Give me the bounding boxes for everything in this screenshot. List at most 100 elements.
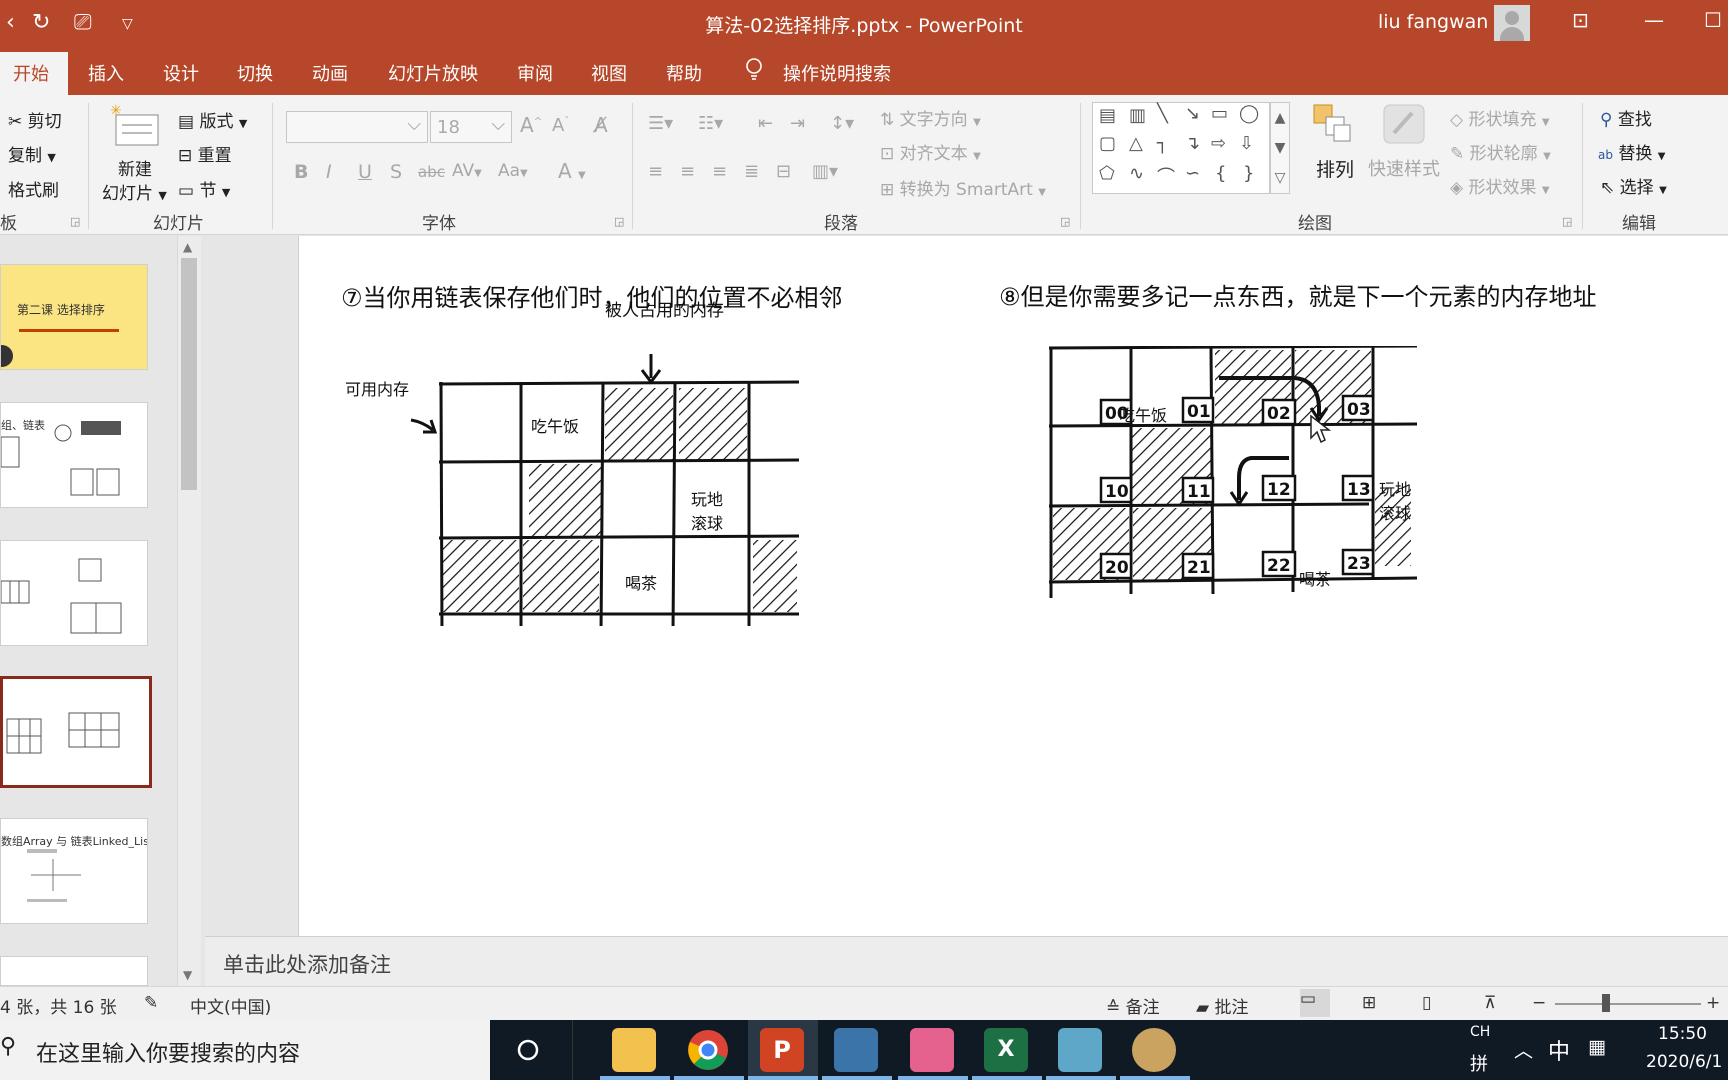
gallery-expand-icon[interactable]: ▽ (1271, 163, 1289, 193)
font-color-icon[interactable]: A ▼ (558, 159, 586, 183)
slide-canvas[interactable]: ⑦当你用链表保存他们时，他们的位置不必相邻 ⑧但是你需要多记一点东西，就是下一个… (298, 236, 1728, 936)
bold-icon[interactable]: B (294, 161, 308, 183)
line-spacing-icon[interactable]: ↕▾ (830, 113, 854, 134)
font-name-combo[interactable]: ⌵ (286, 111, 428, 143)
language-indicator[interactable]: 中文(中国) (190, 993, 271, 1018)
underline-icon[interactable]: U (358, 161, 372, 183)
tab-design[interactable]: 设计 (163, 60, 199, 86)
decrease-indent-icon[interactable]: ⇤ (758, 113, 773, 134)
bullets-icon[interactable]: ☰▾ (648, 113, 673, 134)
caption-right[interactable]: ⑧但是你需要多记一点东西，就是下一个元素的内存地址 (999, 277, 1597, 312)
zoom-slider[interactable] (1555, 1003, 1701, 1005)
tab-review[interactable]: 审阅 (517, 60, 553, 86)
scribble-icon[interactable]: ∿ (1129, 163, 1144, 184)
oval-icon[interactable]: ◯ (1239, 103, 1259, 124)
chevron-up-icon[interactable]: ▲ (1271, 103, 1289, 133)
slideshow-view-icon[interactable]: ⊼ (1484, 993, 1496, 1013)
notes-pane[interactable]: 单击此处添加备注 (205, 936, 1728, 986)
increase-indent-icon[interactable]: ⇥ (790, 113, 805, 134)
chrome-icon[interactable] (686, 1028, 730, 1072)
ime-pin-icon[interactable]: ▦ (1588, 1036, 1606, 1058)
slide-thumbnail-2[interactable]: 组、链表 (0, 402, 148, 508)
clock-date[interactable]: 2020/6/1 (1646, 1052, 1722, 1072)
slide-thumbnail-6[interactable] (0, 956, 148, 986)
columns-icon[interactable]: ▥▾ (812, 161, 838, 182)
tab-home[interactable]: 开始 (0, 52, 68, 95)
tab-insert[interactable]: 插入 (88, 60, 124, 86)
replace-button[interactable]: ab 替换 ▼ (1598, 139, 1666, 164)
clear-formatting-icon[interactable]: A̸ (594, 113, 608, 137)
thumbnail-scrollbar[interactable]: ▲ ▼ (177, 236, 201, 986)
reset-button[interactable]: ⊟ 重置 (178, 141, 232, 166)
tab-view[interactable]: 视图 (591, 60, 627, 86)
reading-view-icon[interactable]: ▯ (1422, 993, 1431, 1013)
arrow-line-icon[interactable]: ↘ (1185, 103, 1200, 124)
ime-layout[interactable]: 拼 (1470, 1050, 1488, 1076)
powerpoint-icon[interactable]: P (760, 1028, 804, 1072)
slide-sorter-icon[interactable]: ⊞ (1362, 993, 1376, 1013)
find-button[interactable]: ⚲ 查找 (1600, 105, 1652, 130)
right-arrow-icon[interactable]: ⇨ (1211, 133, 1226, 154)
vertical-text-box-icon[interactable]: ▥ (1129, 105, 1146, 126)
convert-smartart-button[interactable]: ⊞ 转换为 SmartArt ▼ (880, 175, 1046, 200)
dialog-launcher-icon[interactable]: ◲ (1060, 215, 1070, 228)
right-brace-icon[interactable]: } (1243, 163, 1254, 184)
notes-toggle-button[interactable]: ≙ 备注 (1106, 993, 1160, 1018)
bilibili-icon[interactable] (910, 1028, 954, 1072)
layout-button[interactable]: ▤ 版式 ▼ (178, 107, 247, 132)
copy-button[interactable]: 复制 ▼ (8, 141, 56, 166)
shrink-font-icon[interactable]: Aˇ (552, 115, 569, 136)
text-direction-button[interactable]: ⇅ 文字方向 ▼ (880, 105, 981, 130)
slide-thumbnail-3[interactable] (0, 540, 148, 646)
tab-transitions[interactable]: 切换 (237, 60, 273, 86)
slide-thumbnail-5[interactable]: 数组Array 与 链表Linked_List (0, 818, 148, 924)
tab-animations[interactable]: 动画 (312, 60, 348, 86)
zoom-out-icon[interactable]: − (1532, 993, 1546, 1013)
ime-mode[interactable]: 中 (1548, 1034, 1570, 1066)
align-left-icon[interactable]: ≡ (648, 161, 663, 182)
slide-thumbnail-4[interactable] (0, 676, 152, 788)
paint-icon[interactable] (1132, 1028, 1176, 1072)
text-box-icon[interactable]: ▤ (1099, 105, 1116, 126)
align-right-icon[interactable]: ≡ (712, 161, 727, 182)
italic-icon[interactable]: I (326, 161, 332, 183)
tab-slideshow[interactable]: 幻灯片放映 (388, 60, 478, 86)
zoom-slider-handle[interactable] (1602, 994, 1610, 1012)
gallery-scroll[interactable]: ▲ ▼ ▽ (1270, 102, 1290, 194)
chevron-down-icon[interactable]: ▼ (1271, 133, 1289, 163)
normal-view-icon[interactable]: ▭ (1300, 989, 1330, 1017)
scrollbar-thumb[interactable] (181, 258, 197, 490)
minimize-icon[interactable]: — (1644, 8, 1664, 32)
triangle-icon[interactable]: △ (1129, 133, 1143, 154)
taskbar-search[interactable]: ⚲ 在这里输入你要搜索的内容 (0, 1020, 490, 1080)
ime-language[interactable]: CH (1470, 1024, 1490, 1040)
freeform-icon[interactable]: ⬠ (1099, 163, 1115, 184)
dialog-launcher-icon[interactable]: ◲ (614, 215, 624, 228)
slide-thumbnail-1[interactable]: 第二课 选择排序 (0, 264, 148, 370)
spell-check-icon[interactable]: ✎ (144, 993, 158, 1013)
clock-time[interactable]: 15:50 (1658, 1024, 1707, 1044)
font-size-combo[interactable]: 18 ⌵ (430, 111, 512, 143)
arc-icon[interactable]: ⌒ (1157, 163, 1175, 189)
select-button[interactable]: ⇖ 选择 ▼ (1600, 173, 1667, 198)
scroll-up-icon[interactable]: ▲ (183, 240, 192, 254)
character-spacing-icon[interactable]: AV▼ (452, 161, 482, 181)
grow-font-icon[interactable]: A^ (520, 113, 542, 137)
cut-button[interactable]: ✂ 剪切 (8, 107, 62, 132)
shapes-gallery[interactable]: ▤ ▥ ╲ ↘ ▭ ◯ ▢ △ ┐ ↴ ⇨ ⇩ ⬠ ∿ ⌒ ∽ { } (1092, 102, 1270, 194)
comments-toggle-button[interactable]: ▰ 批注 (1196, 993, 1248, 1018)
python-idle-icon[interactable] (834, 1028, 878, 1072)
left-brace-icon[interactable]: { (1215, 163, 1226, 184)
dialog-launcher-icon[interactable]: ◲ (70, 215, 80, 228)
lightbulb-icon[interactable] (744, 57, 764, 83)
shape-outline-button[interactable]: ✎ 形状轮廓 ▼ (1450, 139, 1551, 164)
align-center-icon[interactable]: ≡ (680, 161, 695, 182)
elbow-connector-icon[interactable]: ┐ (1157, 133, 1168, 154)
zoom-in-icon[interactable]: + (1706, 993, 1720, 1013)
numbering-icon[interactable]: ☷▾ (698, 113, 723, 134)
format-painter-button[interactable]: 格式刷 (8, 176, 59, 201)
notes-placeholder[interactable]: 单击此处添加备注 (223, 949, 391, 979)
strikethrough-icon[interactable]: abc (418, 163, 445, 181)
distributed-icon[interactable]: ⊟ (776, 161, 791, 182)
down-arrow-icon[interactable]: ⇩ (1239, 133, 1254, 154)
